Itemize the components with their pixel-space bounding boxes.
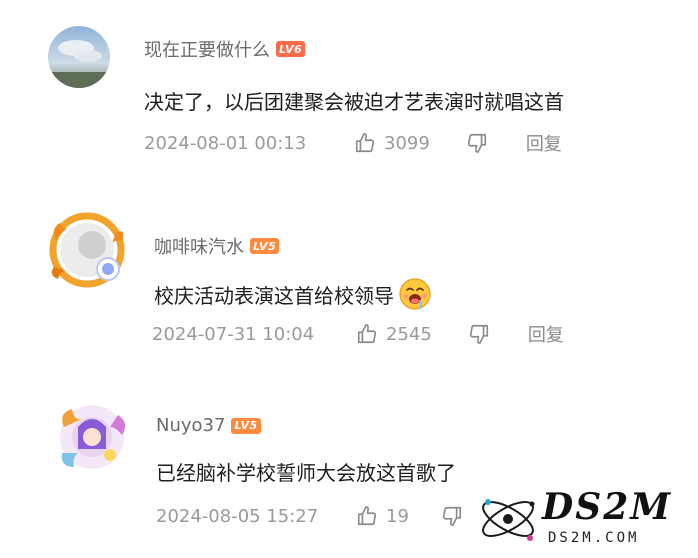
- reply-button[interactable]: 回复: [526, 130, 562, 156]
- comment-meta: 2024-07-31 10:04 2545 回复: [152, 321, 564, 347]
- comment-date: 2024-08-01 00:13: [144, 132, 307, 154]
- drooling-face-emoji-icon: [398, 277, 432, 311]
- comment-item: 现在正要做什么 LV6 决定了，以后团建聚会被迫才艺表演时就唱这首 2024-0…: [0, 0, 698, 175]
- level-badge: LV5: [231, 417, 261, 434]
- level-badge: LV6: [276, 41, 306, 57]
- username[interactable]: 现在正要做什么: [144, 36, 270, 62]
- comment-text: 校庆活动表演这首给校领导: [154, 283, 394, 308]
- comment-meta: 2024-08-05 15:27 19: [156, 505, 503, 527]
- comment-date: 2024-07-31 10:04: [152, 323, 315, 345]
- site-watermark: DS2M DS2M.COM: [472, 486, 692, 552]
- comment-header: 咖啡味汽水 LV5: [154, 233, 280, 259]
- dislike-button[interactable]: [466, 132, 496, 154]
- reply-button[interactable]: 回复: [528, 321, 564, 347]
- watermark-site-text: DS2M.COM: [548, 530, 640, 546]
- username[interactable]: Nuyo37: [156, 415, 225, 436]
- thumbs-down-icon: [469, 324, 488, 344]
- comment-text: 已经脑补学校誓师大会放这首歌了: [156, 461, 456, 485]
- comment-header: 现在正要做什么 LV6: [144, 36, 306, 62]
- thumbs-up-icon: [355, 133, 375, 153]
- dislike-button[interactable]: [441, 505, 471, 527]
- comment-meta: 2024-08-01 00:13 3099 回复: [144, 130, 562, 156]
- like-count: 3099: [384, 132, 430, 154]
- thumbs-up-icon: [357, 506, 377, 526]
- like-button[interactable]: 19: [356, 505, 409, 527]
- watermark-logo-text: DS2M: [542, 486, 673, 528]
- thumbs-down-icon: [442, 506, 461, 526]
- level-badge: LV5: [250, 238, 280, 254]
- comment-date: 2024-08-05 15:27: [156, 505, 319, 527]
- like-button[interactable]: 3099: [354, 132, 430, 154]
- thumbs-up-icon: [357, 324, 377, 344]
- comment-text-row: 校庆活动表演这首给校领导: [154, 277, 432, 311]
- comment-header: Nuyo37 LV5: [156, 415, 261, 436]
- avatar[interactable]: [52, 397, 132, 477]
- avatar[interactable]: [48, 26, 110, 88]
- avatar[interactable]: [46, 209, 128, 291]
- comment-item: 咖啡味汽水 LV5 校庆活动表演这首给校领导 2024-07-31 10:04 …: [0, 195, 698, 370]
- like-count: 2545: [386, 323, 432, 345]
- thumbs-down-icon: [467, 133, 486, 153]
- comment-text: 决定了，以后团建聚会被迫才艺表演时就唱这首: [144, 90, 564, 114]
- dislike-button[interactable]: [468, 323, 498, 345]
- like-button[interactable]: 2545: [356, 323, 432, 345]
- username[interactable]: 咖啡味汽水: [154, 233, 244, 259]
- atom-logo-icon: [482, 499, 535, 541]
- like-count: 19: [386, 505, 409, 527]
